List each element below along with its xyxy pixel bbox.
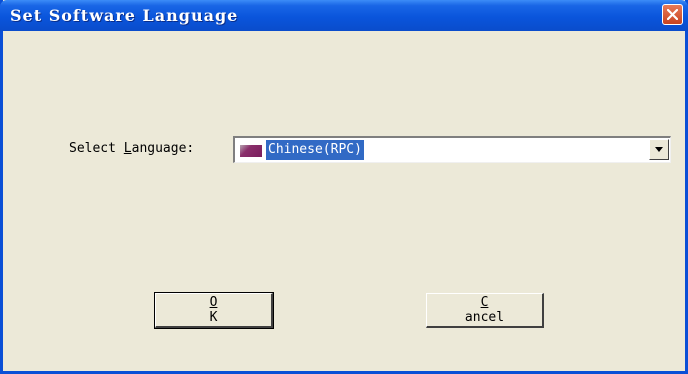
dialog-window: Set Software Language Select Language: C…: [0, 0, 688, 374]
selected-language: Chinese(RPC): [265, 139, 365, 161]
language-select[interactable]: Chinese(RPC): [233, 136, 671, 163]
close-icon: [667, 9, 678, 20]
title-bar[interactable]: Set Software Language: [0, 0, 688, 31]
window-title: Set Software Language: [10, 6, 239, 25]
chevron-down-icon: [655, 147, 663, 152]
ok-button[interactable]: OK: [154, 292, 274, 329]
close-button[interactable]: [662, 4, 683, 25]
flag-icon: [240, 145, 262, 157]
cancel-button[interactable]: Cancel: [426, 293, 544, 328]
language-label: Select Language:: [69, 141, 195, 156]
dropdown-button[interactable]: [649, 139, 669, 160]
